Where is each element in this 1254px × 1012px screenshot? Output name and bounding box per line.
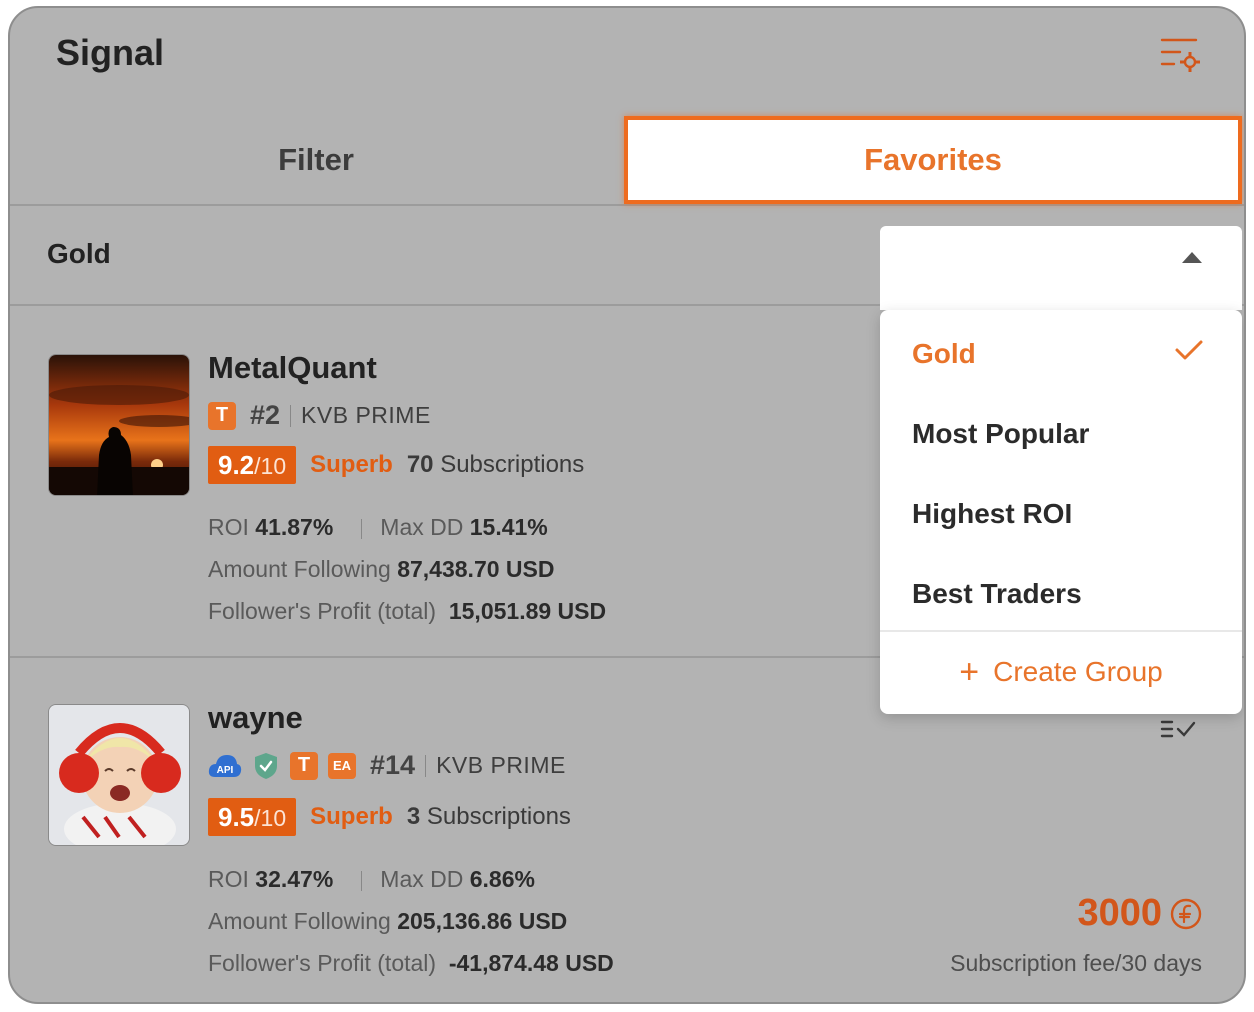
- profit-value: 15,051.89 USD: [448, 598, 607, 624]
- roi-value: 41.87%: [255, 514, 334, 540]
- badge-row: API T EA #14 KVB PRIME: [208, 750, 566, 781]
- create-group-button[interactable]: + Create Group: [880, 630, 1242, 714]
- rating-row: 9.2 /10 Superb 70 Subscriptions: [208, 446, 584, 484]
- dropdown-option-gold[interactable]: Gold: [912, 338, 976, 370]
- max-dd-label: Max DD: [380, 514, 464, 540]
- score-max: /10: [254, 453, 287, 479]
- broker-name: KVB PRIME: [301, 402, 431, 428]
- shield-check-icon: [255, 752, 277, 779]
- current-group-label: Gold: [47, 238, 111, 269]
- tab-bar: Filter Favorites: [10, 114, 1244, 206]
- tab-favorites[interactable]: Favorites: [624, 116, 1242, 204]
- subscription-fee: 3000: [1077, 892, 1202, 935]
- roi-label: ROI: [208, 866, 249, 892]
- divider: [425, 754, 427, 777]
- fee-period-label: Subscription fee/30 days: [950, 950, 1202, 976]
- max-dd-value: 15.41%: [469, 514, 548, 540]
- score-value: 9.5: [218, 802, 255, 832]
- group-dropdown-menu: Gold Most Popular Highest ROI Best Trade…: [880, 310, 1242, 714]
- profit-label: Follower's Profit (total): [208, 598, 437, 624]
- broker-name: KVB PRIME: [436, 752, 566, 778]
- api-badge-icon: API: [208, 754, 242, 777]
- subscriptions-label: Subscriptions: [440, 451, 585, 478]
- grade-label: Superb: [310, 451, 393, 478]
- create-group-label: Create Group: [993, 656, 1163, 687]
- dropdown-option-highest-roi[interactable]: Highest ROI: [912, 498, 1072, 530]
- amount-value: 205,136.86 USD: [397, 908, 568, 934]
- signal-panel: Signal Filter Favorites Gold MetalQuant …: [8, 6, 1246, 1004]
- tab-filter[interactable]: Filter: [10, 114, 622, 206]
- trader-rank: #2: [250, 400, 281, 430]
- ea-badge-icon: EA: [328, 752, 356, 779]
- divider: [290, 404, 292, 427]
- trader-name[interactable]: wayne: [208, 700, 303, 736]
- divider: [361, 518, 363, 539]
- subscriptions: 70 Subscriptions: [407, 451, 584, 479]
- follower-profit-row: Follower's Profit (total) 15,051.89 USD: [208, 598, 606, 625]
- score-badge: 9.5 /10: [208, 798, 297, 836]
- check-icon: [1175, 340, 1203, 360]
- max-dd-label: Max DD: [380, 866, 464, 892]
- fee-value: 3000: [1077, 892, 1162, 934]
- profit-label: Follower's Profit (total): [208, 950, 437, 976]
- caret-up-icon: [1182, 252, 1202, 263]
- trader-name[interactable]: MetalQuant: [208, 350, 377, 386]
- subscriptions-count: 3: [406, 803, 421, 830]
- trader-rank: #14: [370, 750, 416, 780]
- avatar: [48, 704, 190, 846]
- score-max: /10: [254, 805, 287, 831]
- amount-label: Amount Following: [208, 908, 391, 934]
- badge-row: T #2 KVB PRIME: [208, 400, 431, 431]
- grade-label: Superb: [310, 803, 393, 830]
- divider: [361, 870, 363, 891]
- roi-dd-row: ROI 32.47% Max DD 6.86%: [208, 866, 535, 893]
- group-select[interactable]: [880, 226, 1242, 310]
- subscriptions: 3 Subscriptions: [407, 803, 571, 831]
- amount-following-row: Amount Following 87,438.70 USD: [208, 556, 554, 583]
- dropdown-option-best-traders[interactable]: Best Traders: [912, 578, 1082, 610]
- roi-value: 32.47%: [255, 866, 334, 892]
- follower-profit-row: Follower's Profit (total) -41,874.48 USD: [208, 950, 614, 977]
- trader-t-badge-icon: T: [208, 401, 236, 430]
- score-badge: 9.2 /10: [208, 446, 297, 484]
- filter-settings-icon[interactable]: [1158, 34, 1202, 74]
- rating-row: 9.5 /10 Superb 3 Subscriptions: [208, 798, 571, 836]
- follow-list-check-icon[interactable]: [1160, 718, 1196, 740]
- dropdown-option-most-popular[interactable]: Most Popular: [912, 418, 1089, 450]
- roi-dd-row: ROI 41.87% Max DD 15.41%: [208, 514, 548, 541]
- score-value: 9.2: [218, 450, 255, 480]
- coin-icon: [1170, 898, 1202, 929]
- avatar: [48, 354, 190, 496]
- amount-value: 87,438.70 USD: [397, 556, 555, 582]
- max-dd-value: 6.86%: [469, 866, 535, 892]
- amount-following-row: Amount Following 205,136.86 USD: [208, 908, 567, 935]
- amount-label: Amount Following: [208, 556, 391, 582]
- trader-t-badge-icon: T: [290, 751, 318, 780]
- plus-icon: +: [959, 653, 980, 691]
- profit-value: -41,874.48 USD: [448, 950, 614, 976]
- roi-label: ROI: [208, 514, 249, 540]
- subscriptions-count: 70: [406, 451, 434, 478]
- api-badge-text: API: [217, 765, 234, 776]
- subscriptions-label: Subscriptions: [426, 803, 571, 830]
- page-title: Signal: [56, 32, 165, 73]
